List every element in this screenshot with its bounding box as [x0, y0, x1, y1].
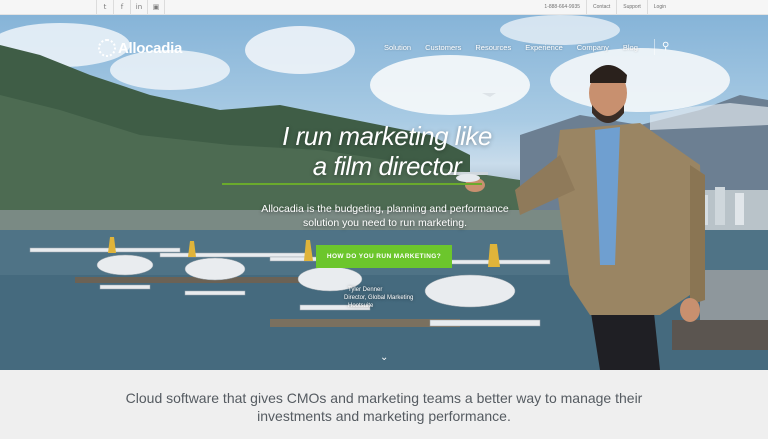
utility-bar: t f in ▣ 1-888-664-9935 Contact Support … — [0, 0, 768, 15]
photo-caption: Tyler Denner Director, Global Marketing … — [344, 286, 413, 310]
caption-title: Director, Global Marketing — [344, 295, 414, 301]
subhead-line-2: solution you need to run marketing. — [302, 217, 468, 229]
nav-item-resources[interactable]: Resources — [475, 43, 511, 52]
tagline: Cloud software that gives CMOs and marke… — [100, 389, 668, 425]
subhead-line-1: Allocadia is the budgeting, planning and… — [261, 203, 509, 215]
main-nav: Solution Customers Resources Experience … — [384, 39, 669, 55]
hero-subheadline: Allocadia is the budgeting, planning and… — [240, 202, 530, 230]
logo-mark-icon — [98, 39, 116, 57]
headline-underline — [222, 183, 482, 185]
nav-item-blog[interactable]: Blog — [623, 43, 638, 52]
nav-divider — [654, 39, 655, 55]
twitter-icon[interactable]: t — [96, 0, 113, 14]
brand-name: Allocadia — [118, 39, 182, 57]
caption-company: Hootsuite — [348, 303, 374, 309]
tagline-line-1: Cloud software that gives CMOs and marke… — [125, 390, 643, 406]
contact-link[interactable]: Contact — [586, 0, 616, 14]
search-icon[interactable]: ⚲ — [662, 41, 669, 52]
hero-photo — [0, 15, 768, 370]
instagram-icon[interactable]: ▣ — [147, 0, 165, 14]
caption-name: Tyler Denner — [348, 287, 383, 293]
nav-item-customers[interactable]: Customers — [425, 43, 461, 52]
cta-button[interactable]: HOW DO YOU RUN MARKETING? — [316, 245, 452, 268]
nav-item-experience[interactable]: Experience — [525, 43, 563, 52]
support-link[interactable]: Support — [616, 0, 647, 14]
headline-line-2: a film director — [312, 151, 462, 181]
nav-item-solution[interactable]: Solution — [384, 43, 411, 52]
facebook-icon[interactable]: f — [113, 0, 130, 14]
headline-line-1: I run marketing like — [282, 121, 492, 151]
tagline-line-2: investments and marketing performance. — [257, 408, 511, 424]
allocadia-logo[interactable]: Allocadia — [98, 39, 182, 57]
chevron-down-icon[interactable]: ⌄ — [380, 352, 388, 363]
utility-links: 1-888-664-9935 Contact Support Login — [538, 0, 672, 14]
nav-item-company[interactable]: Company — [577, 43, 609, 52]
social-links: t f in ▣ — [96, 0, 165, 14]
hero-banner: Allocadia Solution Customers Resources E… — [0, 15, 768, 370]
phone-number[interactable]: 1-888-664-9935 — [538, 0, 586, 14]
hero-headline: I run marketing like a film director — [232, 121, 542, 181]
login-link[interactable]: Login — [646, 0, 672, 14]
linkedin-icon[interactable]: in — [130, 0, 147, 14]
